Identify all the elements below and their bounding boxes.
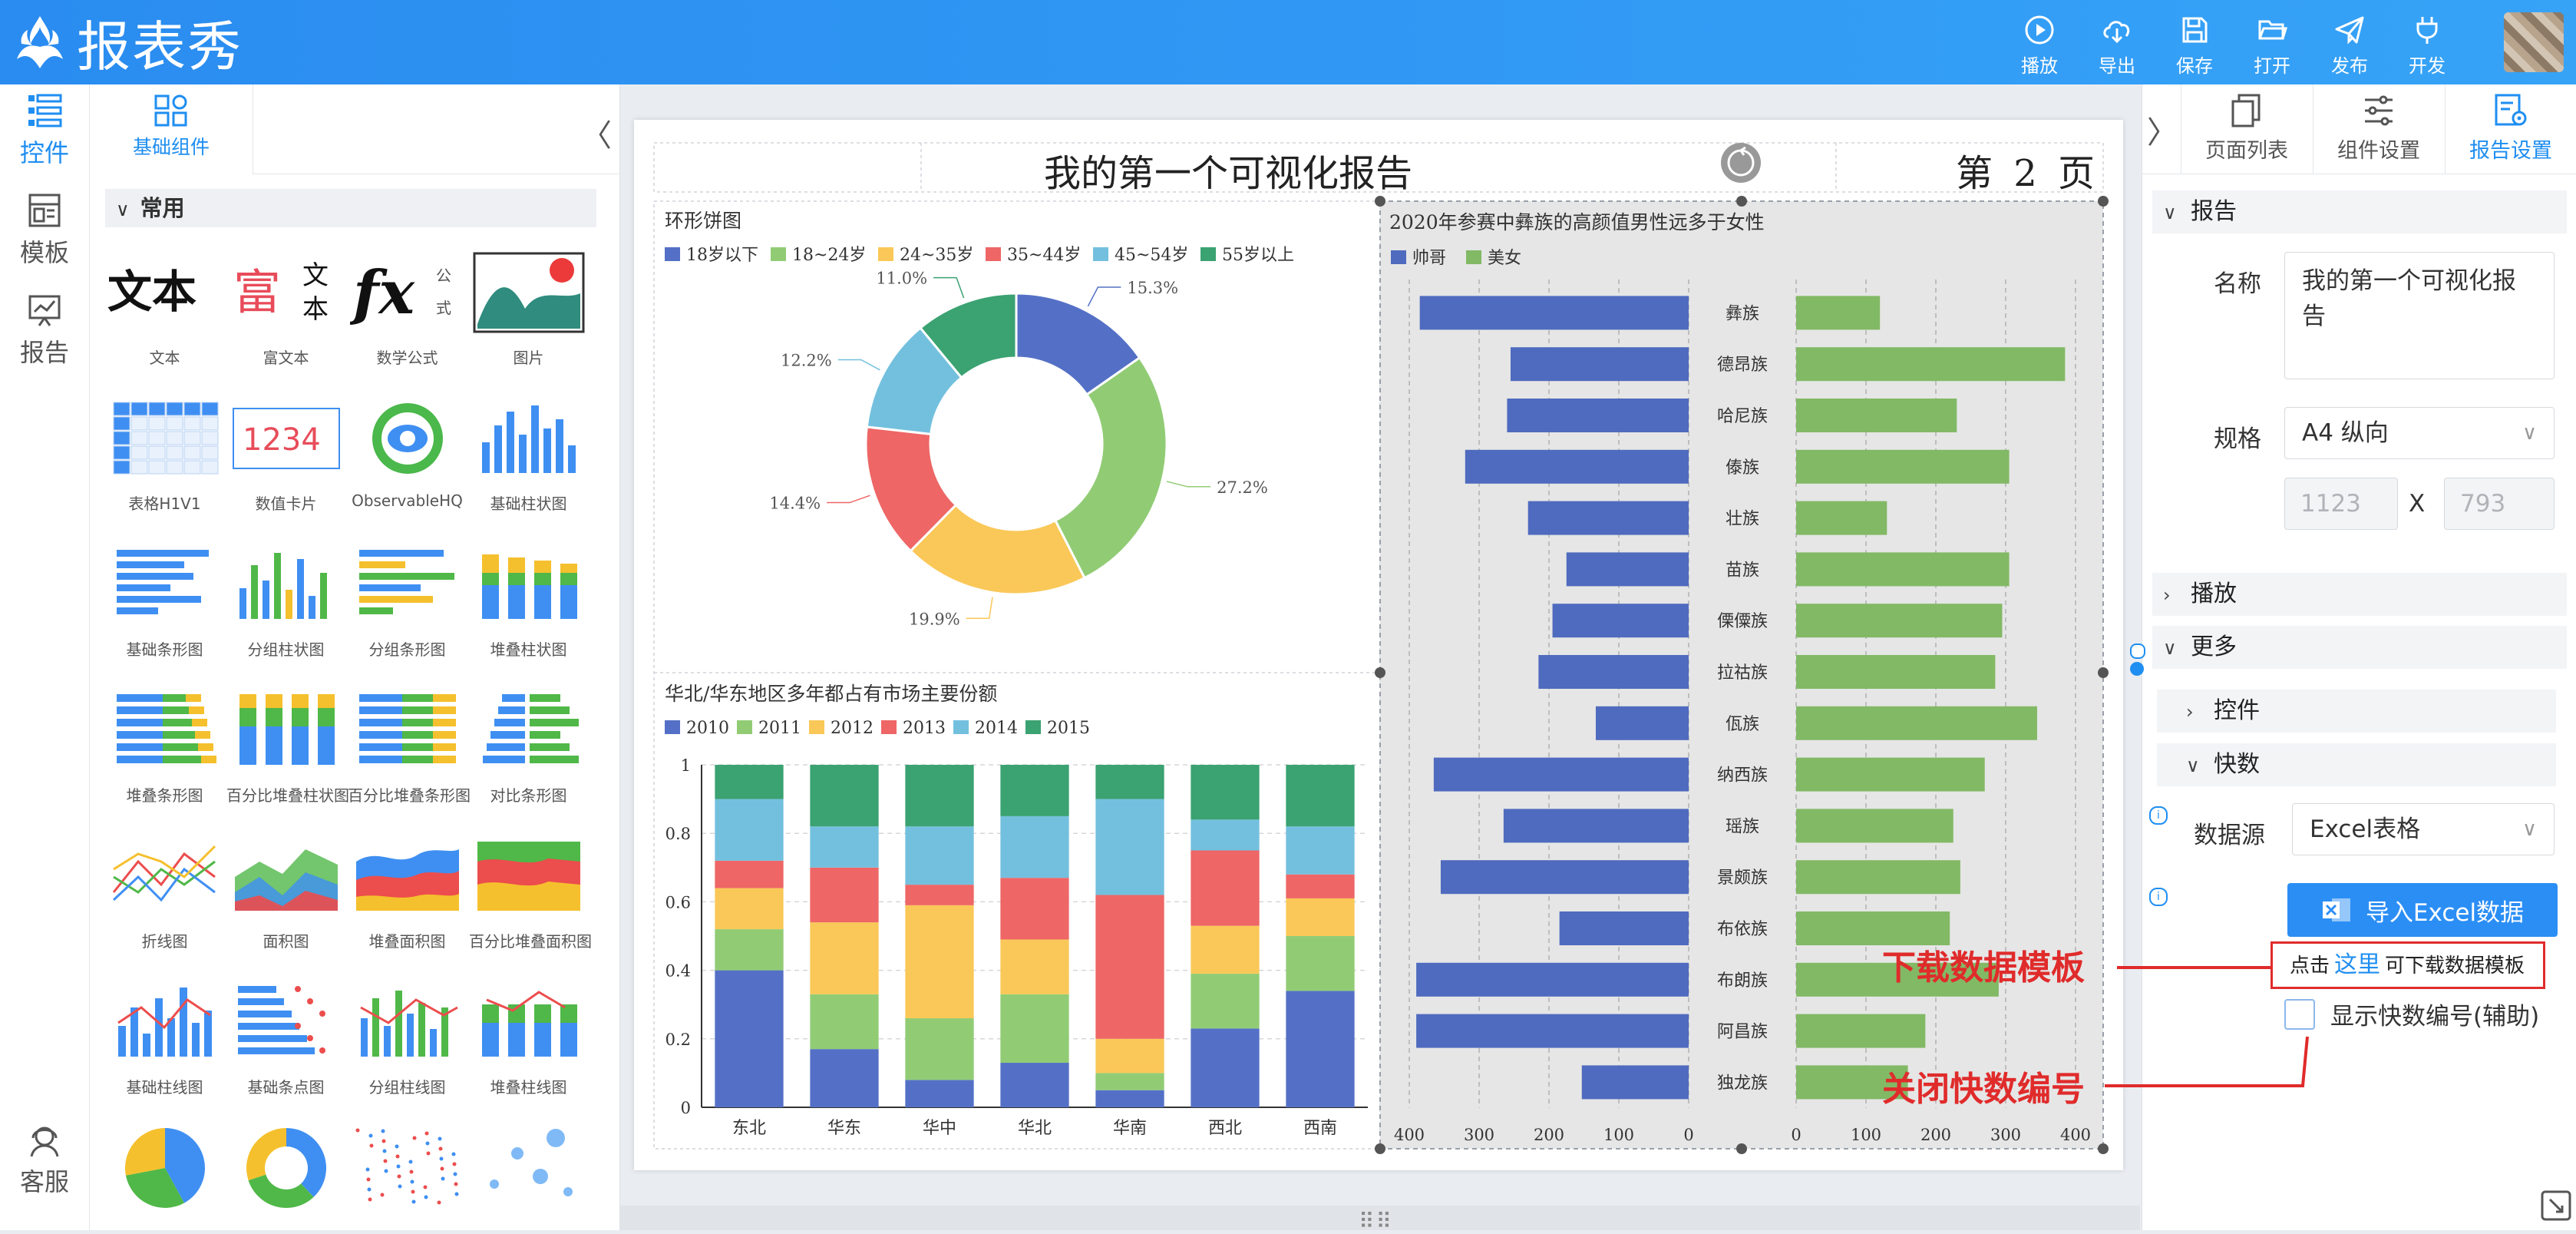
annotation-arrows	[2105, 966, 2309, 1087]
fullscreen-icon[interactable]	[2541, 1190, 2571, 1221]
